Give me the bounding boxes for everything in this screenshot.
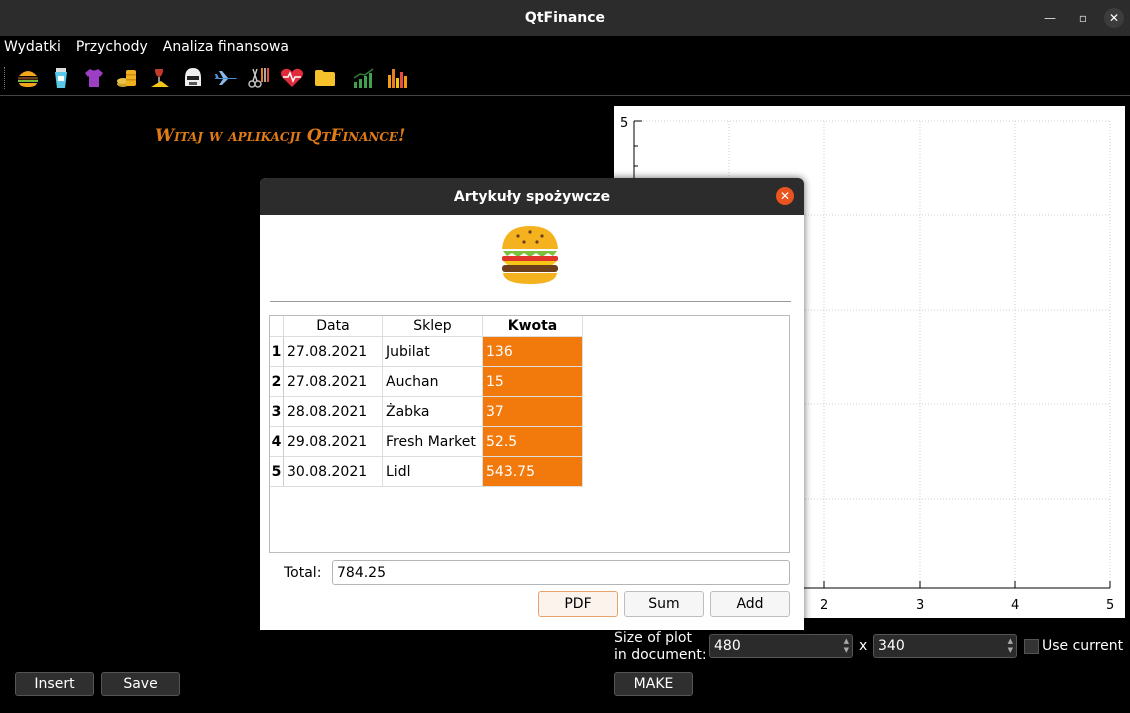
folder-icon[interactable] [312,65,337,91]
sum-button[interactable]: Sum [624,591,704,617]
airplane-icon[interactable] [213,65,238,91]
shop-cell[interactable]: Jubilat [383,337,483,367]
dialog-title: Artykuły spożywcze [260,178,804,215]
amount-cell[interactable]: 37 [483,397,583,427]
dialog-divider [270,301,791,302]
expense-dialog: Artykuły spożywcze ✕ Data Sklep Kwota 1 … [260,178,804,630]
coins-icon[interactable] [114,65,139,91]
bar-chart-icon[interactable] [384,65,409,91]
shop-cell[interactable]: Lidl [383,457,483,487]
shop-cell[interactable]: Żabka [383,397,483,427]
shop-cell[interactable]: Fresh Market [383,427,483,457]
spin-arrows-icon[interactable]: ▲ ▼ [1008,637,1013,655]
total-field[interactable]: 784.25 [332,560,790,585]
pdf-button[interactable]: PDF [538,591,618,617]
make-button[interactable]: MAKE [614,672,693,696]
growth-chart-icon[interactable] [351,65,376,91]
row-header[interactable]: 3 [270,397,284,427]
amount-cell[interactable]: 15 [483,367,583,397]
amount-cell[interactable]: 136 [483,337,583,367]
use-current-label: Use current [1042,638,1124,654]
dialog-close-button[interactable]: ✕ [776,187,794,205]
amount-cell[interactable]: 543.75 [483,457,583,487]
toolbar-grip[interactable] [4,66,7,89]
column-header-amount[interactable]: Kwota [483,316,583,337]
window-title: QtFinance [524,10,606,26]
x-tick-label: 2 [820,598,828,613]
column-header-date[interactable]: Data [284,316,383,337]
add-button[interactable]: Add [710,591,790,617]
plot-width-spinbox[interactable]: 480 ▲ ▼ [709,634,853,658]
date-cell[interactable]: 27.08.2021 [284,367,383,397]
insert-button[interactable]: Insert [15,672,94,696]
total-label: Total: [284,565,322,581]
plot-size-label-line2: in document: [614,647,707,663]
wine-cheese-icon[interactable] [147,65,172,91]
menu-analiza-finansowa[interactable]: Analiza finansowa [159,39,296,55]
burger-icon [500,225,560,289]
menubar: Wydatki Przychody Analiza finansowa [0,36,1130,58]
toolbar [0,60,1130,96]
x-tick-label: 5 [1106,598,1114,613]
shop-cell[interactable]: Auchan [383,367,483,397]
use-current-checkbox[interactable] [1024,639,1039,654]
minimize-button[interactable]: — [1040,8,1060,28]
date-cell[interactable]: 30.08.2021 [284,457,383,487]
helmet-icon[interactable] [180,65,205,91]
close-window-button[interactable]: ✕ [1104,8,1124,28]
row-header[interactable]: 4 [270,427,284,457]
burger-icon[interactable] [15,65,40,91]
x-tick-label: 4 [1011,598,1019,613]
window-titlebar: QtFinance — ▫ ✕ [0,0,1130,36]
save-button[interactable]: Save [101,672,180,696]
cosmetics-icon[interactable] [48,65,73,91]
plot-height-spinbox[interactable]: 340 ▲ ▼ [873,634,1017,658]
y-tick-label: 5 [620,116,628,131]
welcome-heading: Witaj w aplikacji QtFinance! [155,126,406,146]
menu-wydatki[interactable]: Wydatki [0,39,68,55]
menu-przychody[interactable]: Przychody [72,39,155,55]
plot-height-value: 340 [878,638,905,654]
plot-width-value: 480 [714,638,741,654]
size-separator: x [859,638,868,654]
date-cell[interactable]: 28.08.2021 [284,397,383,427]
tshirt-icon[interactable] [81,65,106,91]
date-cell[interactable]: 27.08.2021 [284,337,383,367]
row-header[interactable]: 2 [270,367,284,397]
expenses-table[interactable]: Data Sklep Kwota 1 27.08.2021 Jubilat 13… [269,315,790,553]
column-header-shop[interactable]: Sklep [383,316,483,337]
heart-icon[interactable] [279,65,304,91]
row-header[interactable]: 5 [270,457,284,487]
plot-size-label-line1: Size of plot [614,630,692,646]
row-header[interactable]: 1 [270,337,284,367]
scissors-icon[interactable] [246,65,271,91]
maximize-button[interactable]: ▫ [1073,8,1093,28]
date-cell[interactable]: 29.08.2021 [284,427,383,457]
plot-size-label: Size of plot in document: [614,630,707,664]
table-corner[interactable] [270,316,284,337]
amount-cell[interactable]: 52.5 [483,427,583,457]
spin-arrows-icon[interactable]: ▲ ▼ [844,637,849,655]
x-tick-label: 3 [916,598,924,613]
